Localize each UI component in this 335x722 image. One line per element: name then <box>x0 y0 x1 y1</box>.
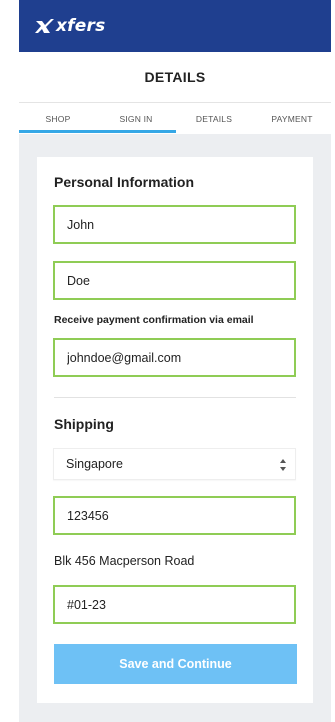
email-label: Receive payment confirmation via email <box>54 314 254 326</box>
shipping-heading: Shipping <box>54 416 114 432</box>
postal-code-input[interactable] <box>67 508 294 523</box>
personal-info-heading: Personal Information <box>54 174 195 190</box>
page-title: DETAILS <box>144 69 206 85</box>
title-bar: DETAILS <box>19 52 331 102</box>
step-progress-indicator <box>19 130 176 133</box>
unit-number-input[interactable] <box>67 597 294 612</box>
last-name-field[interactable] <box>53 261 296 300</box>
section-divider <box>54 397 296 398</box>
xfers-logo[interactable]: xfers <box>35 16 105 36</box>
street-address-text: Blk 456 Macperson Road <box>54 554 195 568</box>
postal-code-field[interactable] <box>53 496 296 535</box>
top-bar: xfers <box>19 0 331 52</box>
country-select[interactable]: Singapore <box>53 448 296 480</box>
xfers-mark-icon <box>35 19 54 33</box>
tab-payment[interactable]: PAYMENT <box>253 103 331 134</box>
country-value: Singapore <box>66 457 123 471</box>
save-and-continue-button[interactable]: Save and Continue <box>54 644 297 684</box>
details-form: Personal Information Receive payment con… <box>37 157 313 703</box>
logo-text: xfers <box>56 16 106 36</box>
first-name-field[interactable] <box>53 205 296 244</box>
first-name-input[interactable] <box>67 217 294 232</box>
last-name-input[interactable] <box>67 273 294 288</box>
email-field[interactable] <box>53 338 296 377</box>
select-arrows-icon <box>280 459 286 471</box>
tab-details[interactable]: DETAILS <box>175 103 253 134</box>
email-input[interactable] <box>67 350 294 365</box>
unit-number-field[interactable] <box>53 585 296 624</box>
